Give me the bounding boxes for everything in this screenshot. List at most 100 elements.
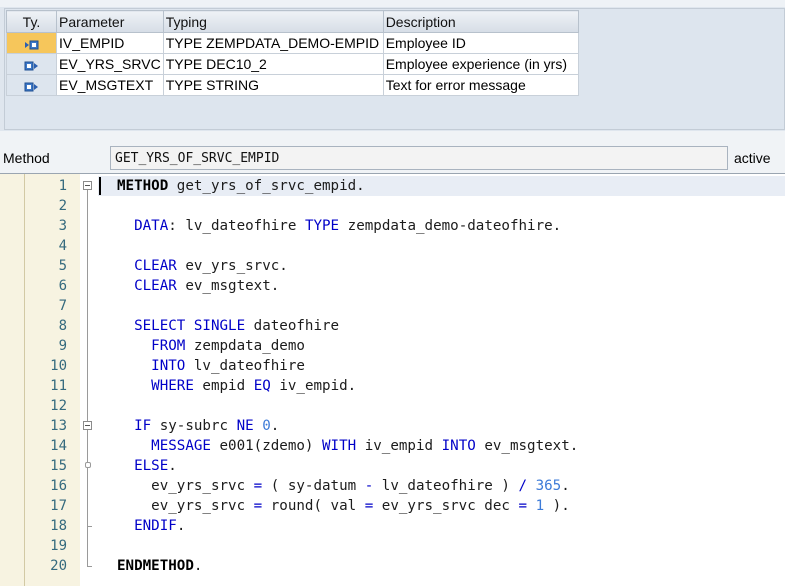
code-text: iv_empid. (270, 378, 357, 394)
code-keyword: = (253, 478, 263, 494)
method-label: Method (3, 150, 50, 166)
code-text: . (270, 418, 280, 434)
parameter-description[interactable]: Employee experience (in yrs) (382, 53, 579, 75)
line-number: 20 (50, 558, 67, 574)
line-number: 10 (50, 358, 67, 374)
code-text: . (561, 478, 570, 494)
code-text: get_yrs_of_srvc_empid. (168, 178, 365, 194)
code-text: . (193, 558, 203, 574)
code-text: lv_dateofhire (185, 358, 305, 374)
code-line[interactable]: ELSE. (117, 456, 177, 476)
line-number: 1 (58, 178, 67, 194)
code-text-area[interactable]: METHOD get_yrs_of_srvc_empid. DATA: lv_d… (98, 174, 785, 586)
code-editor[interactable]: 1 2 3 4 5 6 7 8 9 10 11 12 13 14 15 16 17 18 19 20 METHOD g… (0, 173, 785, 586)
exporting-parameter-icon (24, 59, 40, 71)
parameter-row[interactable]: EV_YRS_SRVC TYPE DEC10_2 Employee experi… (6, 53, 579, 75)
code-text: iv_empid (356, 438, 442, 454)
parameter-name[interactable]: EV_YRS_SRVC (56, 53, 164, 75)
line-number: 18 (50, 518, 67, 534)
code-keyword: INTO (441, 438, 476, 454)
parameter-name[interactable]: EV_MSGTEXT (56, 74, 164, 96)
code-keyword: WHERE (151, 378, 194, 394)
code-literal: 0 (262, 418, 271, 434)
parameter-type-cell[interactable] (6, 53, 57, 75)
code-line[interactable]: ev_yrs_srvc = round( val = ev_yrs_srvc d… (117, 496, 570, 516)
code-line[interactable]: MESSAGE e001(zdemo) WITH iv_empid INTO e… (117, 436, 578, 456)
parameter-type-cell[interactable] (6, 32, 57, 54)
code-text: ev_msgtext. (176, 278, 280, 294)
parameter-row[interactable]: IV_EMPID TYPE ZEMPDATA_DEMO-EMPID Employ… (6, 32, 579, 54)
fold-gutter (80, 174, 98, 586)
parameter-table: Ty. Parameter Typing Description IV_EMPI… (6, 10, 579, 96)
parameter-row[interactable]: EV_MSGTEXT TYPE STRING Text for error me… (6, 74, 579, 96)
line-number: 2 (58, 198, 67, 214)
line-number: 3 (58, 218, 67, 234)
code-keyword: TYPE (304, 218, 340, 234)
code-text: ). (544, 498, 570, 514)
code-keyword: EQ (253, 378, 271, 394)
code-line[interactable]: ev_yrs_srvc = ( sy-datum - lv_dateofhire… (117, 476, 570, 496)
code-line[interactable]: CLEAR ev_msgtext. (117, 276, 279, 296)
parameter-description[interactable]: Employee ID (382, 32, 579, 54)
code-line[interactable]: SELECT SINGLE dateofhire (117, 316, 339, 336)
code-text: ev_yrs_srvc dec (373, 498, 519, 514)
code-line[interactable]: METHOD get_yrs_of_srvc_empid. (117, 176, 365, 196)
code-keyword: WITH (322, 438, 357, 454)
parameter-description[interactable]: Text for error message (382, 74, 579, 96)
line-number: 15 (50, 458, 67, 474)
code-keyword: / (518, 478, 528, 494)
method-status: active (734, 150, 771, 166)
code-keyword: INTO (151, 358, 186, 374)
fold-toggle-icon[interactable] (83, 421, 92, 430)
line-number: 11 (50, 378, 67, 394)
top-strip (0, 0, 785, 7)
code-text: zempdata_demo (185, 338, 305, 354)
code-text: : lv_dateofhire (168, 218, 305, 234)
code-text: e001(zdemo) (210, 438, 323, 454)
parameter-type-cell[interactable] (6, 74, 57, 96)
code-text: . (168, 458, 177, 474)
column-header-type[interactable]: Ty. (6, 10, 57, 33)
column-header-typing[interactable]: Typing (162, 10, 384, 33)
code-line[interactable]: ENDIF. (117, 516, 185, 536)
code-line[interactable]: CLEAR ev_yrs_srvc. (117, 256, 288, 276)
fold-toggle-icon[interactable] (83, 181, 92, 190)
code-keyword: MESSAGE (151, 438, 211, 454)
code-text: . (176, 518, 186, 534)
column-header-description[interactable]: Description (382, 10, 579, 33)
code-line[interactable]: FROM zempdata_demo (117, 336, 305, 356)
code-line[interactable]: DATA: lv_dateofhire TYPE zempdata_demo-d… (117, 216, 561, 236)
column-header-parameter[interactable]: Parameter (56, 10, 164, 33)
code-text: dateofhire (245, 318, 340, 334)
code-line[interactable]: ENDMETHOD. (117, 556, 202, 576)
code-text: ev_msgtext. (475, 438, 579, 454)
code-literal: 1 (535, 498, 545, 514)
code-line[interactable]: WHERE empid EQ iv_empid. (117, 376, 356, 396)
method-name-field[interactable]: GET_YRS_OF_SRVC_EMPID (110, 146, 728, 170)
exporting-parameter-icon (24, 80, 40, 92)
parameter-panel: Ty. Parameter Typing Description IV_EMPI… (4, 8, 785, 130)
code-keyword: = (518, 498, 528, 514)
parameter-typing[interactable]: TYPE STRING (162, 74, 384, 96)
code-keyword: = (364, 498, 374, 514)
parameter-typing[interactable]: TYPE DEC10_2 (162, 53, 384, 75)
code-line[interactable]: INTO lv_dateofhire (117, 356, 305, 376)
parameter-typing[interactable]: TYPE ZEMPDATA_DEMO-EMPID (162, 32, 384, 54)
fold-branch-icon (85, 462, 91, 468)
parameter-name[interactable]: IV_EMPID (56, 32, 164, 54)
code-text: ( sy-datum (262, 478, 365, 494)
line-number: 12 (50, 398, 67, 414)
code-keyword: CLEAR (134, 258, 177, 274)
code-keyword: NE (236, 418, 254, 434)
code-line[interactable]: IF sy-subrc NE 0. (117, 416, 279, 436)
code-keyword: METHOD (117, 178, 169, 194)
code-text: empid (193, 378, 254, 394)
code-keyword: CLEAR (134, 278, 177, 294)
